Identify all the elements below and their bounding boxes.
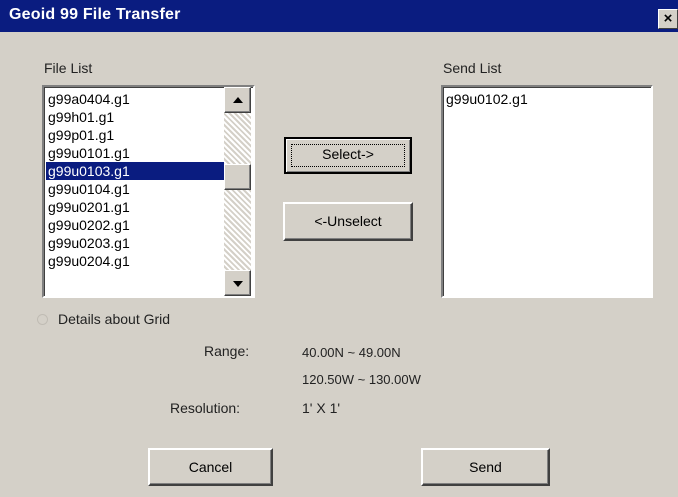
file-list-items: g99a0404.g1 g99h01.g1 g99p01.g1 g99u0101.g1… <box>46 90 224 270</box>
unselect-button-label: <-Unselect <box>314 213 382 229</box>
file-list-label: File List <box>44 60 93 76</box>
file-list-item[interactable]: g99u0103.g1 <box>46 162 224 180</box>
file-list-item[interactable]: g99u0104.g1 <box>46 180 224 198</box>
file-transfer-dialog: Geoid 99 File Transfer × File List Send … <box>0 0 678 497</box>
file-list-item[interactable]: g99u0202.g1 <box>46 216 224 234</box>
resolution-label: Resolution: <box>170 400 241 416</box>
range-latitude: 40.00N ~ 49.00N <box>302 345 401 360</box>
close-icon: × <box>663 10 673 27</box>
send-list[interactable]: g99u0102.g1 <box>441 85 653 298</box>
cancel-button[interactable]: Cancel <box>148 448 273 486</box>
file-list-item[interactable]: g99a0404.g1 <box>46 90 224 108</box>
scroll-up-button[interactable] <box>224 87 251 113</box>
scroll-thumb[interactable] <box>224 164 251 190</box>
file-list-item[interactable]: g99u0201.g1 <box>46 198 224 216</box>
send-list-item[interactable]: g99u0102.g1 <box>446 90 528 108</box>
send-list-items: g99u0102.g1 <box>446 90 528 108</box>
file-list-item[interactable]: g99p01.g1 <box>46 126 224 144</box>
unselect-button[interactable]: <-Unselect <box>283 202 413 241</box>
scroll-down-button[interactable] <box>224 270 251 296</box>
file-list-item[interactable]: g99h01.g1 <box>46 108 224 126</box>
file-list[interactable]: g99a0404.g1 g99h01.g1 g99p01.g1 g99u0101.g1… <box>42 85 255 298</box>
select-button[interactable]: Select-> <box>284 137 412 174</box>
range-label: Range: <box>204 343 250 359</box>
arrow-up-icon <box>233 97 243 103</box>
arrow-down-icon <box>233 281 243 287</box>
file-list-scrollbar[interactable] <box>224 87 251 296</box>
close-button[interactable]: × <box>658 9 678 29</box>
file-list-item[interactable]: g99u0101.g1 <box>46 144 224 162</box>
range-longitude: 120.50W ~ 130.00W <box>302 372 421 387</box>
select-button-label: Select-> <box>322 146 374 162</box>
send-button[interactable]: Send <box>421 448 550 486</box>
resolution-value: 1' X 1' <box>302 400 341 416</box>
file-list-item[interactable]: g99u0203.g1 <box>46 234 224 252</box>
send-list-label: Send List <box>443 60 502 76</box>
details-radio[interactable] <box>37 314 48 325</box>
send-button-label: Send <box>469 459 502 475</box>
cancel-button-label: Cancel <box>188 459 233 475</box>
details-label: Details about Grid <box>58 311 171 327</box>
window-title: Geoid 99 File Transfer <box>9 6 181 23</box>
file-list-item[interactable]: g99u0204.g1 <box>46 252 224 270</box>
title-bar[interactable]: Geoid 99 File Transfer × <box>0 0 678 32</box>
